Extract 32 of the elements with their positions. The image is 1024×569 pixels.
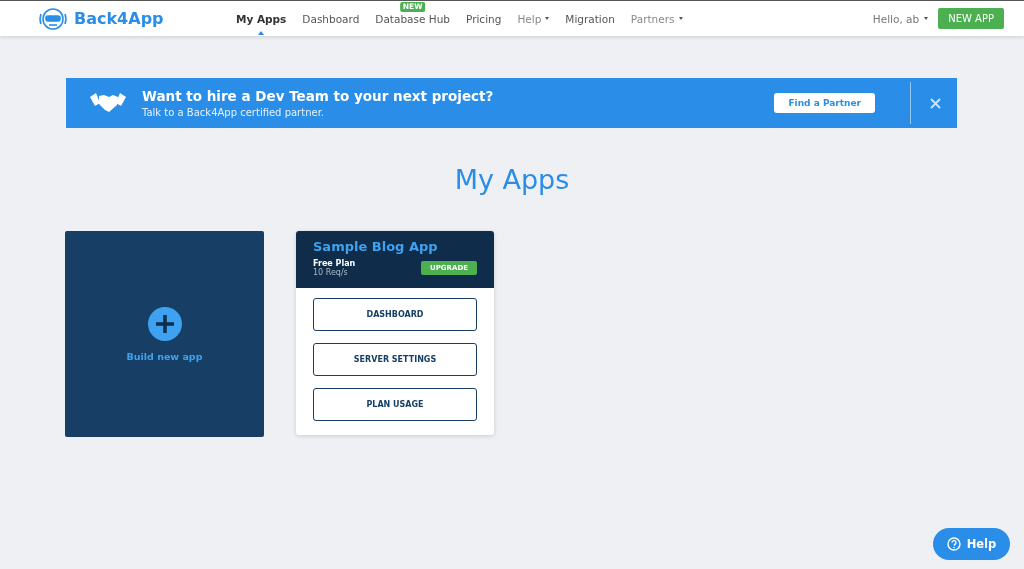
- page-title: My Apps: [453, 164, 571, 195]
- find-partner-button[interactable]: Find a Partner: [774, 93, 875, 113]
- nav-link[interactable]: My Apps: [236, 12, 287, 25]
- nav-link[interactable]: Migration: [565, 12, 615, 25]
- robot-logo-icon: [38, 5, 68, 32]
- app-action-button[interactable]: DASHBOARD: [313, 298, 477, 331]
- new-app-label: Build new app: [126, 350, 203, 362]
- user-menu[interactable]: Hello, ab: [872, 12, 929, 25]
- app-name: Sample Blog App: [313, 239, 439, 254]
- help-button[interactable]: Help: [933, 528, 1010, 560]
- plan-name: Free Plan: [313, 259, 356, 268]
- caret-icon: [545, 17, 550, 20]
- caret-icon: [678, 17, 683, 20]
- question-icon: [946, 537, 961, 551]
- banner-subtitle: Talk to a Back4App certified partner.: [142, 107, 326, 118]
- app-action-button[interactable]: SERVER SETTINGS: [313, 343, 477, 376]
- nav-link[interactable]: Partners: [630, 12, 675, 25]
- banner-title: Want to hire a Dev Team to your next project?: [142, 88, 494, 104]
- close-icon[interactable]: [930, 97, 941, 109]
- nav-link[interactable]: Help: [517, 12, 542, 25]
- new-app-button[interactable]: NEW APP: [938, 8, 1004, 29]
- request-limit: 10 Req/s: [313, 268, 349, 277]
- handshake-icon: [90, 91, 126, 115]
- logo-text[interactable]: Back4App: [74, 9, 164, 28]
- nav-link[interactable]: Database Hub: [375, 12, 450, 25]
- nav-link[interactable]: Dashboard: [302, 12, 360, 25]
- plus-icon: [147, 306, 182, 341]
- caret-icon: [924, 17, 929, 20]
- new-app-card[interactable]: Build new app: [65, 231, 264, 437]
- nav-link[interactable]: Pricing: [466, 12, 502, 25]
- active-indicator-icon: [258, 31, 265, 35]
- app-action-button[interactable]: PLAN USAGE: [313, 388, 477, 421]
